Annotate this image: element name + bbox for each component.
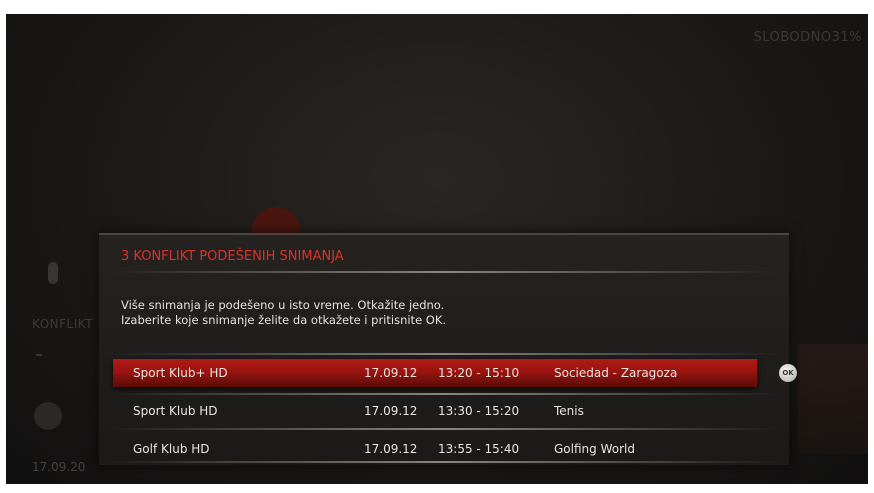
recording-row-2[interactable]: Sport Klub HD 17.09.12 13:30 - 15:20 Ten… bbox=[113, 397, 757, 425]
row-date: 17.09.12 bbox=[364, 366, 418, 380]
row-time: 13:55 - 15:40 bbox=[438, 442, 520, 456]
recording-row-1[interactable]: Sport Klub+ HD 17.09.12 13:20 - 15:10 So… bbox=[113, 359, 757, 387]
recording-conflict-dialog: 3 KONFLIKT PODEŠENIH SNIMANJA Više snima… bbox=[99, 233, 797, 465]
row-program: Tenis bbox=[554, 404, 584, 418]
ok-button-icon[interactable]: OK bbox=[779, 364, 797, 382]
row-channel: Golf Klub HD bbox=[133, 442, 210, 456]
message-line-1: Više snimanja je podešeno u isto vreme. … bbox=[121, 298, 445, 312]
row-channel: Sport Klub HD bbox=[133, 404, 218, 418]
message-line-2: Izaberite koje snimanje želite da otkaže… bbox=[121, 313, 447, 327]
row-channel: Sport Klub+ HD bbox=[133, 366, 228, 380]
dialog-message: Više snimanja je podešeno u isto vreme. … bbox=[121, 298, 446, 328]
background-circle-icon bbox=[34, 402, 62, 430]
background-thumbnail bbox=[798, 344, 868, 454]
row-time: 13:20 - 15:10 bbox=[438, 366, 520, 380]
title-divider bbox=[109, 271, 779, 273]
free-space-indicator: SLOBODNO31% bbox=[753, 30, 862, 45]
row-divider bbox=[109, 428, 779, 430]
row-date: 17.09.12 bbox=[364, 442, 418, 456]
recording-row-3[interactable]: Golf Klub HD 17.09.12 13:55 - 15:40 Golf… bbox=[113, 435, 757, 463]
tv-screen: SLOBODNO31% KONFLIKT 17.09.20 3 KONFLIKT… bbox=[6, 14, 868, 484]
row-date: 17.09.12 bbox=[364, 404, 418, 418]
list-bottom-divider bbox=[109, 461, 779, 463]
dialog-title: 3 KONFLIKT PODEŠENIH SNIMANJA bbox=[121, 249, 344, 264]
background-pin-icon bbox=[48, 262, 58, 284]
row-divider bbox=[109, 393, 779, 395]
background-conflict-label: KONFLIKT bbox=[32, 317, 94, 331]
background-arrow-icon bbox=[36, 354, 42, 356]
row-time: 13:30 - 15:20 bbox=[438, 404, 520, 418]
list-top-divider bbox=[109, 353, 779, 355]
row-program: Golfing World bbox=[554, 442, 635, 456]
row-program: Sociedad - Zaragoza bbox=[554, 366, 678, 380]
background-date: 17.09.20 bbox=[32, 460, 86, 474]
